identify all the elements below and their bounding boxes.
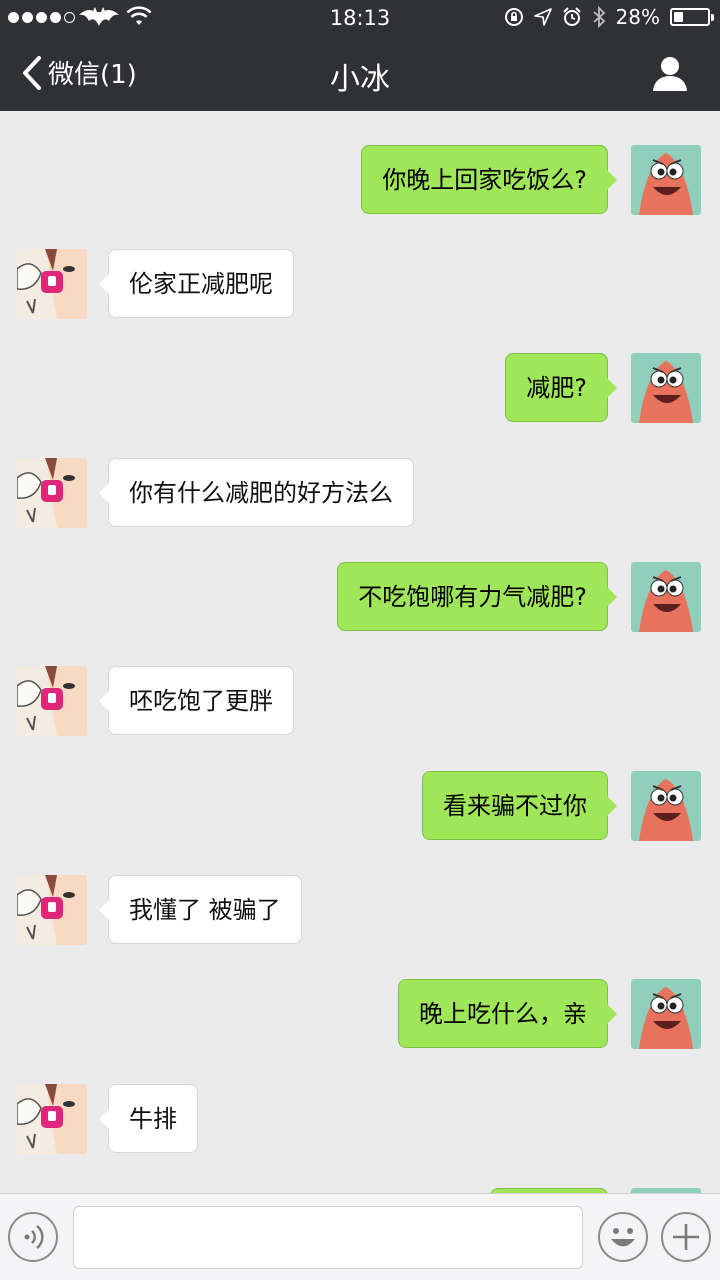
smiley-icon bbox=[611, 1228, 635, 1247]
message-bubble-received[interactable]: 牛排 bbox=[99, 1084, 198, 1153]
message-bubble-received[interactable]: 你有什么减肥的好方法么 bbox=[99, 458, 414, 527]
plus-icon bbox=[673, 1224, 699, 1250]
message-bubble-received[interactable]: 我懂了 被骗了 bbox=[99, 875, 302, 944]
my-avatar[interactable] bbox=[631, 562, 701, 632]
xiaobing-avatar-icon bbox=[17, 1084, 87, 1154]
contact-avatar[interactable] bbox=[17, 875, 87, 945]
contact-avatar[interactable] bbox=[17, 458, 87, 528]
contact-avatar[interactable] bbox=[17, 249, 87, 319]
battery-icon bbox=[670, 8, 714, 26]
message-input[interactable] bbox=[73, 1206, 583, 1269]
battery-fill bbox=[674, 12, 683, 22]
contact-avatar[interactable] bbox=[17, 666, 87, 736]
rotation-lock-icon bbox=[504, 8, 523, 26]
xiaobing-avatar-icon bbox=[17, 875, 87, 945]
message-bubble-sent[interactable]: 看来骗不过你 bbox=[422, 771, 617, 840]
voice-icon bbox=[24, 1225, 44, 1249]
location-icon bbox=[533, 8, 552, 26]
patrick-star-avatar-icon bbox=[631, 145, 701, 215]
chat-area[interactable]: 你晚上回家吃饭么? 伦家正减肥呢 减肥? 你有什么减肥的好方法么 不吃饱哪有力气… bbox=[0, 111, 720, 1193]
bluetooth-icon bbox=[592, 6, 605, 28]
chat-title: 小冰 bbox=[330, 62, 390, 97]
alarm-icon bbox=[562, 7, 581, 26]
patrick-star-avatar-icon bbox=[631, 562, 701, 632]
message-bubble-sent[interactable]: 不吃饱哪有力气减肥? bbox=[337, 562, 617, 631]
xiaobing-avatar-icon bbox=[17, 666, 87, 736]
xiaobing-avatar-icon bbox=[17, 458, 87, 528]
my-avatar[interactable] bbox=[631, 145, 701, 215]
my-avatar[interactable] bbox=[631, 771, 701, 841]
message-bubble-received[interactable]: 呸吃饱了更胖 bbox=[99, 666, 294, 735]
voice-input-button[interactable] bbox=[8, 1212, 58, 1262]
message-bubble-sent[interactable]: 你晚上回家吃饭么? bbox=[361, 145, 617, 214]
emoji-button[interactable] bbox=[598, 1212, 648, 1262]
patrick-star-avatar-icon bbox=[631, 979, 701, 1049]
patrick-star-avatar-icon bbox=[631, 353, 701, 423]
battery-percentage: 28% bbox=[615, 5, 660, 29]
patrick-star-avatar-icon bbox=[631, 771, 701, 841]
message-bubble-received[interactable]: 伦家正减肥呢 bbox=[99, 249, 294, 318]
status-bar: 18:13 28% bbox=[0, 0, 720, 36]
my-avatar[interactable] bbox=[631, 979, 701, 1049]
xiaobing-avatar-icon bbox=[17, 249, 87, 319]
contact-avatar[interactable] bbox=[17, 1084, 87, 1154]
message-bubble-sent[interactable]: 晚上吃什么，亲 bbox=[398, 979, 617, 1048]
nav-bar: 微信(1) 小冰 bbox=[0, 36, 720, 111]
more-options-button[interactable] bbox=[661, 1212, 711, 1262]
profile-icon[interactable] bbox=[652, 55, 688, 91]
my-avatar[interactable] bbox=[631, 353, 701, 423]
input-bar bbox=[0, 1193, 720, 1280]
message-bubble-sent[interactable]: 减肥? bbox=[505, 353, 617, 422]
header: 18:13 28% 微信(1) 小冰 bbox=[0, 0, 720, 111]
